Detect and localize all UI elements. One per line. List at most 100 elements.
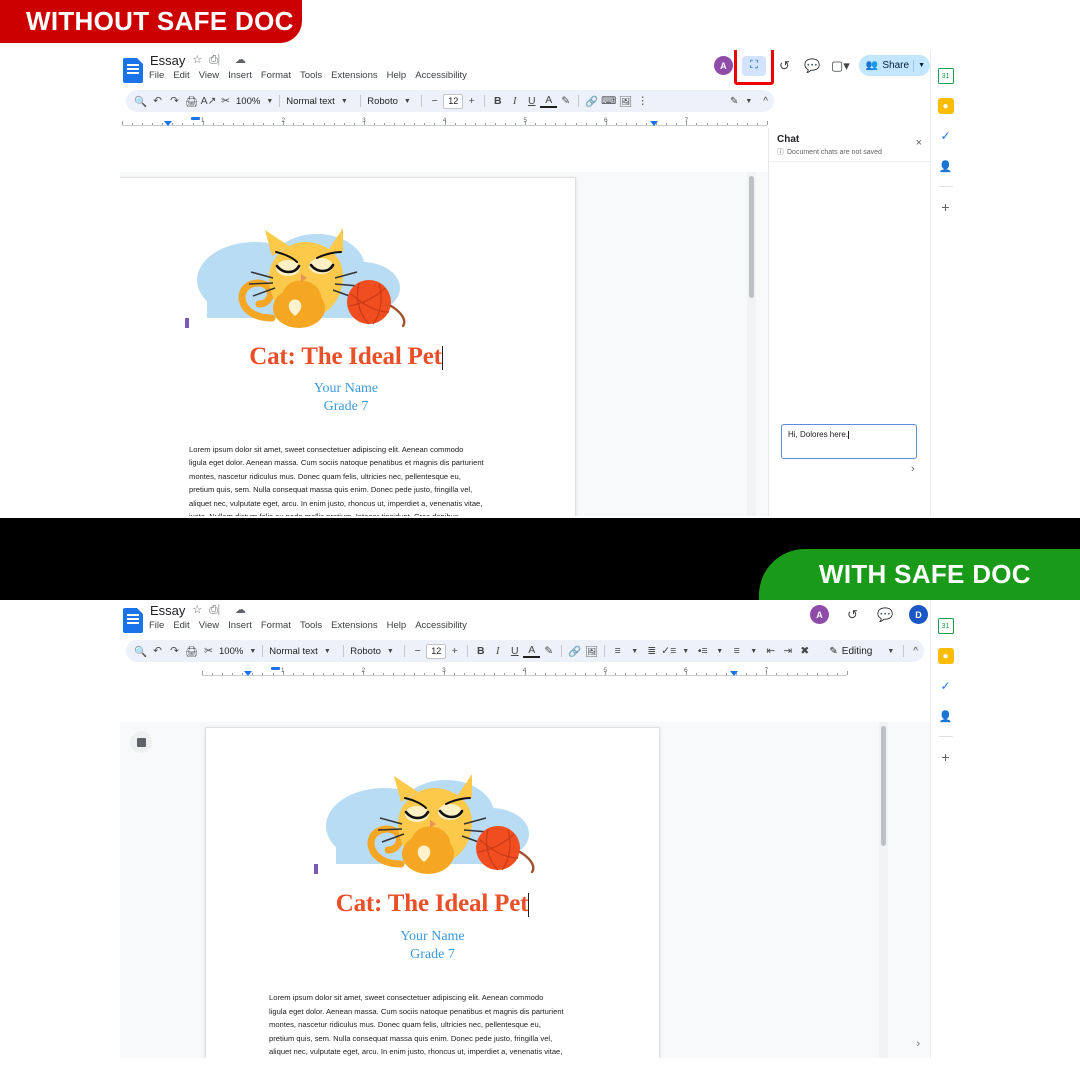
insert-image-icon[interactable]: 🖼 <box>583 642 600 660</box>
add-addon-button[interactable]: + <box>941 749 949 765</box>
zoom-selector[interactable]: 100% ▼ <box>217 646 258 657</box>
text-color-button[interactable]: A <box>540 94 558 108</box>
chat-input[interactable]: Hi, Dolores here. <box>781 424 917 459</box>
add-comment-icon[interactable]: ⌨ <box>600 92 617 110</box>
decrease-font-size-button[interactable]: − <box>426 92 443 110</box>
menu-accessibility[interactable]: Accessibility <box>415 70 467 81</box>
insert-link-icon[interactable]: 🔗 <box>566 642 583 660</box>
chevron-down-icon[interactable]: ▼ <box>887 648 894 655</box>
star-icon[interactable]: ☆ <box>192 605 202 616</box>
document-title[interactable]: Essay <box>150 603 185 618</box>
tasks-icon[interactable]: ✓ <box>937 128 954 144</box>
menu-tools[interactable]: Tools <box>300 620 322 631</box>
numbered-list-icon[interactable]: ≡ <box>728 642 745 660</box>
insert-link-icon[interactable]: 🔗 <box>583 92 600 110</box>
menu-insert[interactable]: Insert <box>228 620 252 631</box>
calendar-icon[interactable]: 31 <box>937 618 954 634</box>
increase-indent-icon[interactable]: ⇥ <box>779 642 796 660</box>
contacts-icon[interactable]: 👤 <box>937 158 954 174</box>
share-chevron-down-icon[interactable]: ▼ <box>918 62 925 69</box>
menu-file[interactable]: File <box>149 620 164 631</box>
right-indent-marker[interactable] <box>730 671 739 676</box>
menu-help[interactable]: Help <box>387 70 407 81</box>
document-subtitle-grade[interactable]: Grade 7 <box>206 947 659 963</box>
move-folder-icon[interactable]: ⎙⎸ <box>209 55 228 66</box>
document-body-top[interactable]: Lorem ipsum dolor sit amet, sweet consec… <box>189 443 514 516</box>
document-canvas-bottom[interactable]: Cat: The Ideal Pet Your Name Grade 7 Lor… <box>120 722 930 1058</box>
document-subtitle-grade[interactable]: Grade 7 <box>120 399 575 415</box>
star-icon[interactable]: ☆ <box>192 55 202 66</box>
cat-illustration[interactable] <box>177 208 427 328</box>
chevron-down-icon[interactable]: ▼ <box>745 98 752 105</box>
cloud-saved-icon[interactable]: ☁ <box>235 605 246 616</box>
menu-extensions[interactable]: Extensions <box>331 620 377 631</box>
menu-extensions[interactable]: Extensions <box>331 70 377 81</box>
increase-font-size-button[interactable]: + <box>463 92 480 110</box>
menu-tools[interactable]: Tools <box>300 70 322 81</box>
chevron-down-icon[interactable]: ▼ <box>626 642 643 660</box>
menu-edit[interactable]: Edit <box>173 70 189 81</box>
ruler-track[interactable]: 1 2 3 4 5 6 7 <box>202 664 848 678</box>
menu-help[interactable]: Help <box>387 620 407 631</box>
print-icon[interactable]: 🖨 <box>183 92 200 110</box>
expand-panel-arrow[interactable]: › <box>916 1038 920 1050</box>
highlight-color-icon[interactable]: ✎ <box>557 92 574 110</box>
canvas-scroll-thumb[interactable] <box>749 176 754 298</box>
document-page-top[interactable]: Cat: The Ideal Pet Your Name Grade 7 Lor… <box>120 177 576 516</box>
ruler-track[interactable]: 1 2 3 4 5 6 7 <box>122 114 768 128</box>
document-outline-toggle[interactable] <box>130 731 152 753</box>
bulleted-list-icon[interactable]: •≡ <box>694 642 711 660</box>
editing-mode-button[interactable]: ✎ Editing <box>829 646 872 657</box>
more-options-icon[interactable]: ⋮ <box>634 92 651 110</box>
paragraph-style-selector[interactable]: Normal text ▼ <box>267 646 339 657</box>
document-subtitle-name[interactable]: Your Name <box>206 929 659 945</box>
underline-button[interactable]: U <box>506 642 523 660</box>
bold-button[interactable]: B <box>472 642 489 660</box>
cat-illustration[interactable] <box>306 754 556 874</box>
collapse-toolbar-icon[interactable]: ^ <box>913 646 918 657</box>
menu-edit[interactable]: Edit <box>173 620 189 631</box>
tasks-icon[interactable]: ✓ <box>937 678 954 694</box>
chevron-down-icon[interactable]: ▼ <box>677 642 694 660</box>
keep-icon[interactable]: ● <box>937 98 954 114</box>
close-icon[interactable]: × <box>916 137 922 149</box>
version-history-icon[interactable]: ↺ <box>775 56 794 75</box>
clear-formatting-icon[interactable]: ✖ <box>796 642 813 660</box>
checklist-icon[interactable]: ✓≡ <box>660 642 677 660</box>
paragraph-style-selector[interactable]: Normal text ▼ <box>284 96 356 107</box>
undo-icon[interactable]: ↶ <box>149 92 166 110</box>
left-indent-marker[interactable] <box>271 667 281 670</box>
meet-camera-icon[interactable]: ▢▾ <box>831 56 850 75</box>
font-size-input[interactable]: 12 <box>443 93 464 109</box>
decrease-font-size-button[interactable]: − <box>409 642 426 660</box>
chevron-down-icon[interactable]: ▼ <box>711 642 728 660</box>
right-indent-marker[interactable] <box>650 121 659 126</box>
decrease-indent-icon[interactable]: ⇤ <box>762 642 779 660</box>
version-history-icon[interactable]: ↺ <box>843 605 862 624</box>
present-now-icon[interactable]: ⛶ <box>741 55 766 76</box>
document-subtitle-name[interactable]: Your Name <box>120 381 575 397</box>
keep-icon[interactable]: ● <box>937 648 954 664</box>
first-line-indent-marker[interactable] <box>163 121 172 126</box>
document-heading[interactable]: Cat: The Ideal Pet <box>206 890 659 918</box>
zoom-selector[interactable]: 100% ▼ <box>234 96 275 107</box>
italic-button[interactable]: I <box>489 642 506 660</box>
avatar-collaborator-a[interactable]: A <box>810 605 829 624</box>
contacts-icon[interactable]: 👤 <box>937 708 954 724</box>
print-icon[interactable]: 🖨 <box>183 642 200 660</box>
underline-button[interactable]: U <box>523 92 540 110</box>
italic-button[interactable]: I <box>506 92 523 110</box>
menu-view[interactable]: View <box>199 620 219 631</box>
comment-icon[interactable]: 💬 <box>803 56 822 75</box>
chat-collapse-arrow[interactable]: › <box>911 463 915 475</box>
chevron-down-icon[interactable]: ▼ <box>745 642 762 660</box>
font-family-selector[interactable]: Roboto ▼ <box>348 646 400 657</box>
paint-format-icon[interactable]: ✂ <box>200 642 217 660</box>
search-icon[interactable]: 🔍 <box>132 642 149 660</box>
canvas-scroll-thumb[interactable] <box>881 726 886 846</box>
menu-view[interactable]: View <box>199 70 219 81</box>
cloud-saved-icon[interactable]: ☁ <box>235 55 246 66</box>
share-button[interactable]: 👥 Share ▼ <box>858 55 930 76</box>
line-spacing-icon[interactable]: ≣ <box>643 642 660 660</box>
menu-insert[interactable]: Insert <box>228 70 252 81</box>
